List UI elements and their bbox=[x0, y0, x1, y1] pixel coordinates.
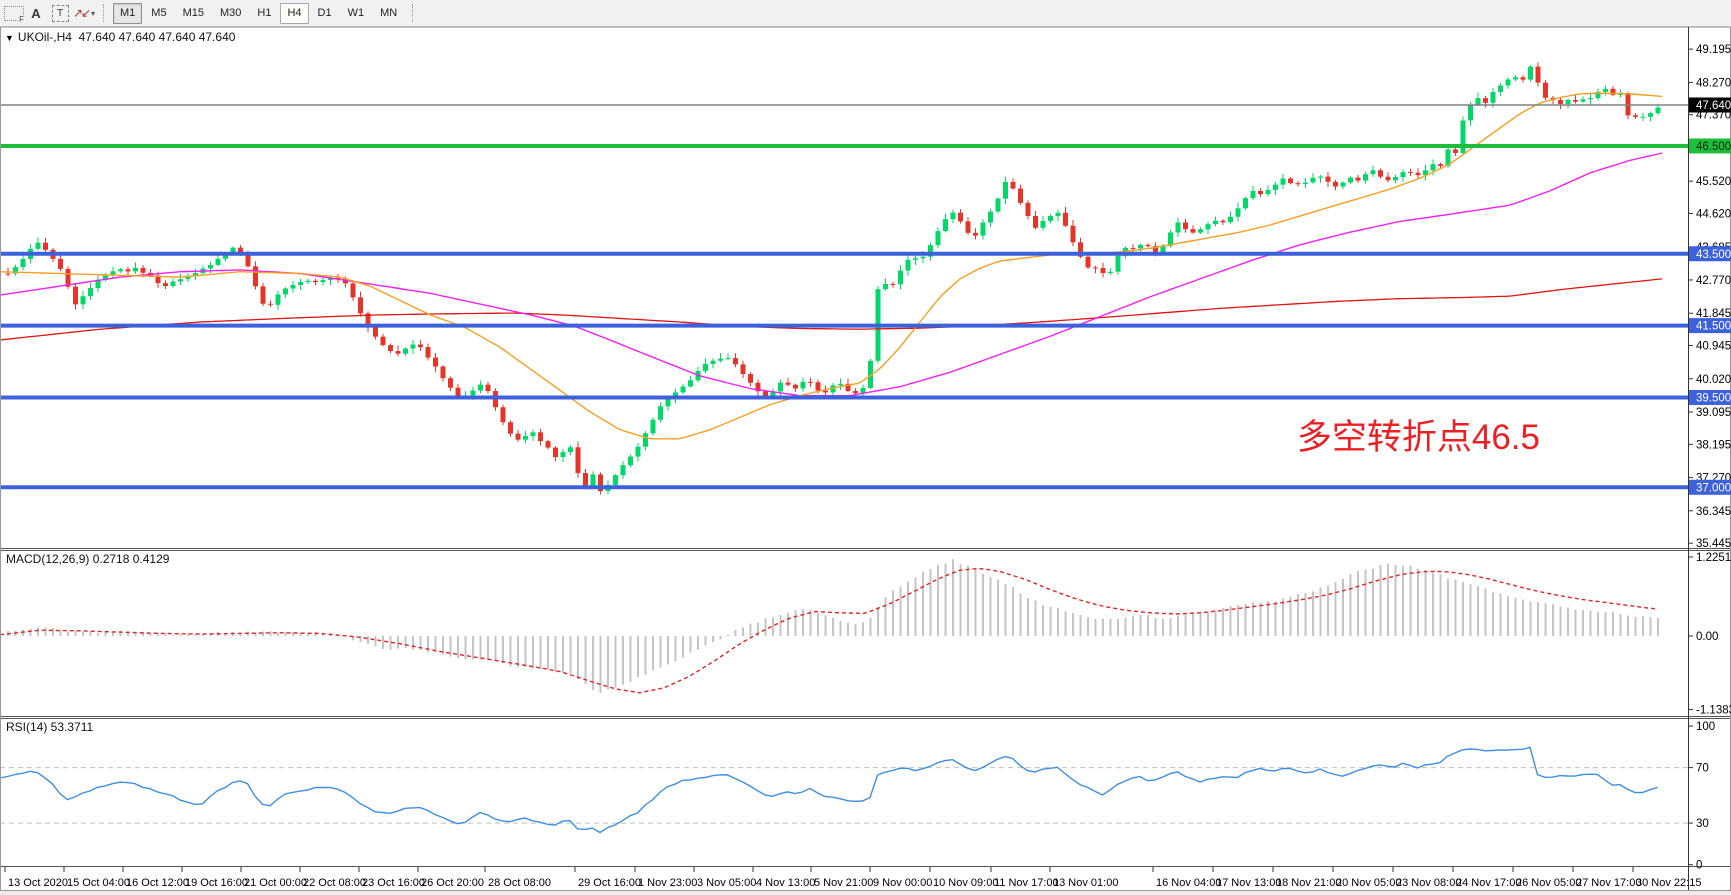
time-tick-label: 16 Oct 12:00 bbox=[126, 877, 189, 889]
rsi-tick-label: 100 bbox=[1696, 721, 1715, 733]
symbol-ohlc-text: UKOil-,H4 47.640 47.640 47.640 47.640 bbox=[18, 30, 236, 44]
price-tick-label: 49.195 bbox=[1696, 44, 1731, 56]
price-tick-label: 45.520 bbox=[1696, 176, 1731, 188]
time-tick-label: 23 Oct 16:00 bbox=[362, 877, 425, 889]
toolbar: F A T ↗↙ ▾ M1M5M15M30H1H4D1W1MN bbox=[0, 0, 1731, 27]
time-tick-label: 20 Nov 05:00 bbox=[1336, 877, 1401, 889]
time-tick-label: 9 Nov 00:00 bbox=[873, 877, 932, 889]
time-tick-label: 28 Oct 08:00 bbox=[488, 877, 551, 889]
time-tick-label: 10 Nov 09:00 bbox=[933, 877, 998, 889]
timeframe-button-mn[interactable]: MN bbox=[373, 3, 404, 24]
svg-text:37.000: 37.000 bbox=[1696, 482, 1731, 494]
symbol-marker-icon[interactable]: ▼ bbox=[5, 33, 14, 43]
time-tick-label: 1 Nov 23:00 bbox=[638, 877, 697, 889]
timeframe-button-group: M1M5M15M30H1H4D1W1MN bbox=[112, 3, 405, 24]
price-tick-label: 35.445 bbox=[1696, 538, 1731, 550]
ma-slow-red-line bbox=[0, 279, 1662, 340]
panel-borders bbox=[0, 27, 1731, 895]
chart-title: ▼ UKOil-,H4 47.640 47.640 47.640 47.640 bbox=[5, 30, 235, 44]
time-tick-label: 30 Nov 22:15 bbox=[1636, 877, 1701, 889]
rsi-tick-label: 30 bbox=[1696, 818, 1709, 830]
macd-tick-label: 0.00 bbox=[1696, 631, 1718, 643]
draw-arrows-icon[interactable]: ↗↙ ▾ bbox=[72, 3, 96, 23]
price-tag-41.500: 41.500 bbox=[1689, 318, 1731, 333]
time-tick-label: 26 Oct 20:00 bbox=[421, 877, 484, 889]
time-tick-label: 4 Nov 13:00 bbox=[756, 877, 815, 889]
time-tick-label: 23 Nov 08:00 bbox=[1396, 877, 1461, 889]
rsi-tick-label: 70 bbox=[1696, 763, 1709, 775]
price-tick-label: 44.620 bbox=[1696, 209, 1731, 221]
dropdown-caret-icon[interactable]: ▾ bbox=[91, 9, 95, 18]
timeframe-button-h1[interactable]: H1 bbox=[250, 3, 278, 24]
trading-terminal: F A T ↗↙ ▾ M1M5M15M30H1H4D1W1MN 49.195 48… bbox=[0, 0, 1731, 895]
time-tick-label: 21 Oct 00:00 bbox=[244, 877, 307, 889]
macd-panel[interactable] bbox=[0, 559, 1658, 693]
time-tick-label: 15 Oct 04:00 bbox=[67, 877, 130, 889]
time-tick-label: 22 Oct 08:00 bbox=[303, 877, 366, 889]
price-tick-label: 39.095 bbox=[1696, 407, 1731, 419]
price-tag-39.500: 39.500 bbox=[1689, 390, 1731, 405]
price-tag-47.640: 47.640 bbox=[1689, 98, 1731, 113]
time-tick-label: 11 Nov 17:00 bbox=[994, 877, 1059, 889]
svg-text:46.500: 46.500 bbox=[1696, 141, 1731, 153]
macd-tick-label: 1.2251 bbox=[1696, 552, 1731, 564]
rsi-line bbox=[0, 747, 1658, 832]
timeframe-button-w1[interactable]: W1 bbox=[341, 3, 372, 24]
text-label-icon[interactable]: A bbox=[24, 3, 48, 23]
svg-text:47.640: 47.640 bbox=[1696, 100, 1731, 112]
price-tick-label: 36.345 bbox=[1696, 506, 1731, 518]
svg-text:41.500: 41.500 bbox=[1696, 321, 1731, 333]
time-tick-label: 13 Oct 2020 bbox=[8, 877, 68, 889]
svg-text:43.500: 43.500 bbox=[1696, 249, 1731, 261]
toolbar-separator bbox=[103, 4, 105, 22]
price-tick-label: 40.020 bbox=[1696, 374, 1731, 386]
ma-mid-magenta-line bbox=[0, 153, 1662, 396]
timeframe-button-m30[interactable]: M30 bbox=[213, 3, 248, 24]
time-tick-label: 13 Nov 01:00 bbox=[1053, 877, 1118, 889]
macd-signal-line bbox=[0, 569, 1656, 693]
price-tick-label: 38.195 bbox=[1696, 439, 1731, 451]
time-tick-label: 27 Nov 17:00 bbox=[1576, 877, 1641, 889]
price-axis[interactable]: 49.19548.27047.37045.52044.62043.68542.7… bbox=[1688, 44, 1731, 872]
svg-text:39.500: 39.500 bbox=[1696, 392, 1731, 404]
chart-templates-grid-icon[interactable]: F bbox=[0, 3, 24, 23]
annotation-text[interactable]: 多空转折点46.5 bbox=[1297, 420, 1540, 457]
rsi-panel[interactable] bbox=[0, 747, 1688, 832]
price-tag-37.000: 37.000 bbox=[1689, 480, 1731, 495]
time-tick-label: 16 Nov 04:00 bbox=[1156, 877, 1221, 889]
time-tick-label: 19 Oct 16:00 bbox=[185, 877, 248, 889]
toolbar-separator bbox=[412, 4, 414, 22]
time-tick-label: 24 Nov 17:00 bbox=[1456, 877, 1521, 889]
timeframe-button-m5[interactable]: M5 bbox=[144, 3, 173, 24]
rsi-indicator-label: RSI(14) 53.3711 bbox=[6, 720, 93, 734]
timeframe-button-d1[interactable]: D1 bbox=[311, 3, 339, 24]
time-tick-label: 5 Nov 21:00 bbox=[814, 877, 873, 889]
price-tag-46.500: 46.500 bbox=[1689, 138, 1731, 153]
macd-tick-label: -1.1383 bbox=[1696, 704, 1731, 716]
price-tick-label: 40.945 bbox=[1696, 341, 1731, 353]
text-box-icon[interactable]: T bbox=[48, 3, 72, 23]
text-box-glyph: T bbox=[52, 5, 69, 22]
time-axis[interactable]: 13 Oct 202015 Oct 04:0016 Oct 12:0019 Oc… bbox=[5, 867, 1701, 889]
rsi-tick-label: 0 bbox=[1696, 860, 1702, 872]
grid-glyph: F bbox=[4, 6, 24, 21]
time-tick-label: 29 Oct 16:00 bbox=[578, 877, 641, 889]
arrows-glyph: ↗↙ bbox=[73, 6, 89, 20]
macd-indicator-label: MACD(12,26,9) 0.2718 0.4129 bbox=[6, 552, 169, 566]
time-tick-label: 18 Nov 21:00 bbox=[1276, 877, 1341, 889]
timeframe-button-h4[interactable]: H4 bbox=[280, 3, 308, 24]
price-tick-label: 48.270 bbox=[1696, 77, 1731, 89]
price-tag-43.500: 43.500 bbox=[1689, 246, 1731, 261]
time-tick-label: 26 Nov 05:00 bbox=[1516, 877, 1581, 889]
time-tick-label: 17 Nov 13:00 bbox=[1216, 877, 1281, 889]
grid-f-label: F bbox=[18, 15, 25, 24]
time-tick-label: 3 Nov 05:00 bbox=[697, 877, 756, 889]
timeframe-button-m1[interactable]: M1 bbox=[113, 3, 142, 24]
price-tick-label: 42.770 bbox=[1696, 275, 1731, 287]
timeframe-button-m15[interactable]: M15 bbox=[176, 3, 211, 24]
